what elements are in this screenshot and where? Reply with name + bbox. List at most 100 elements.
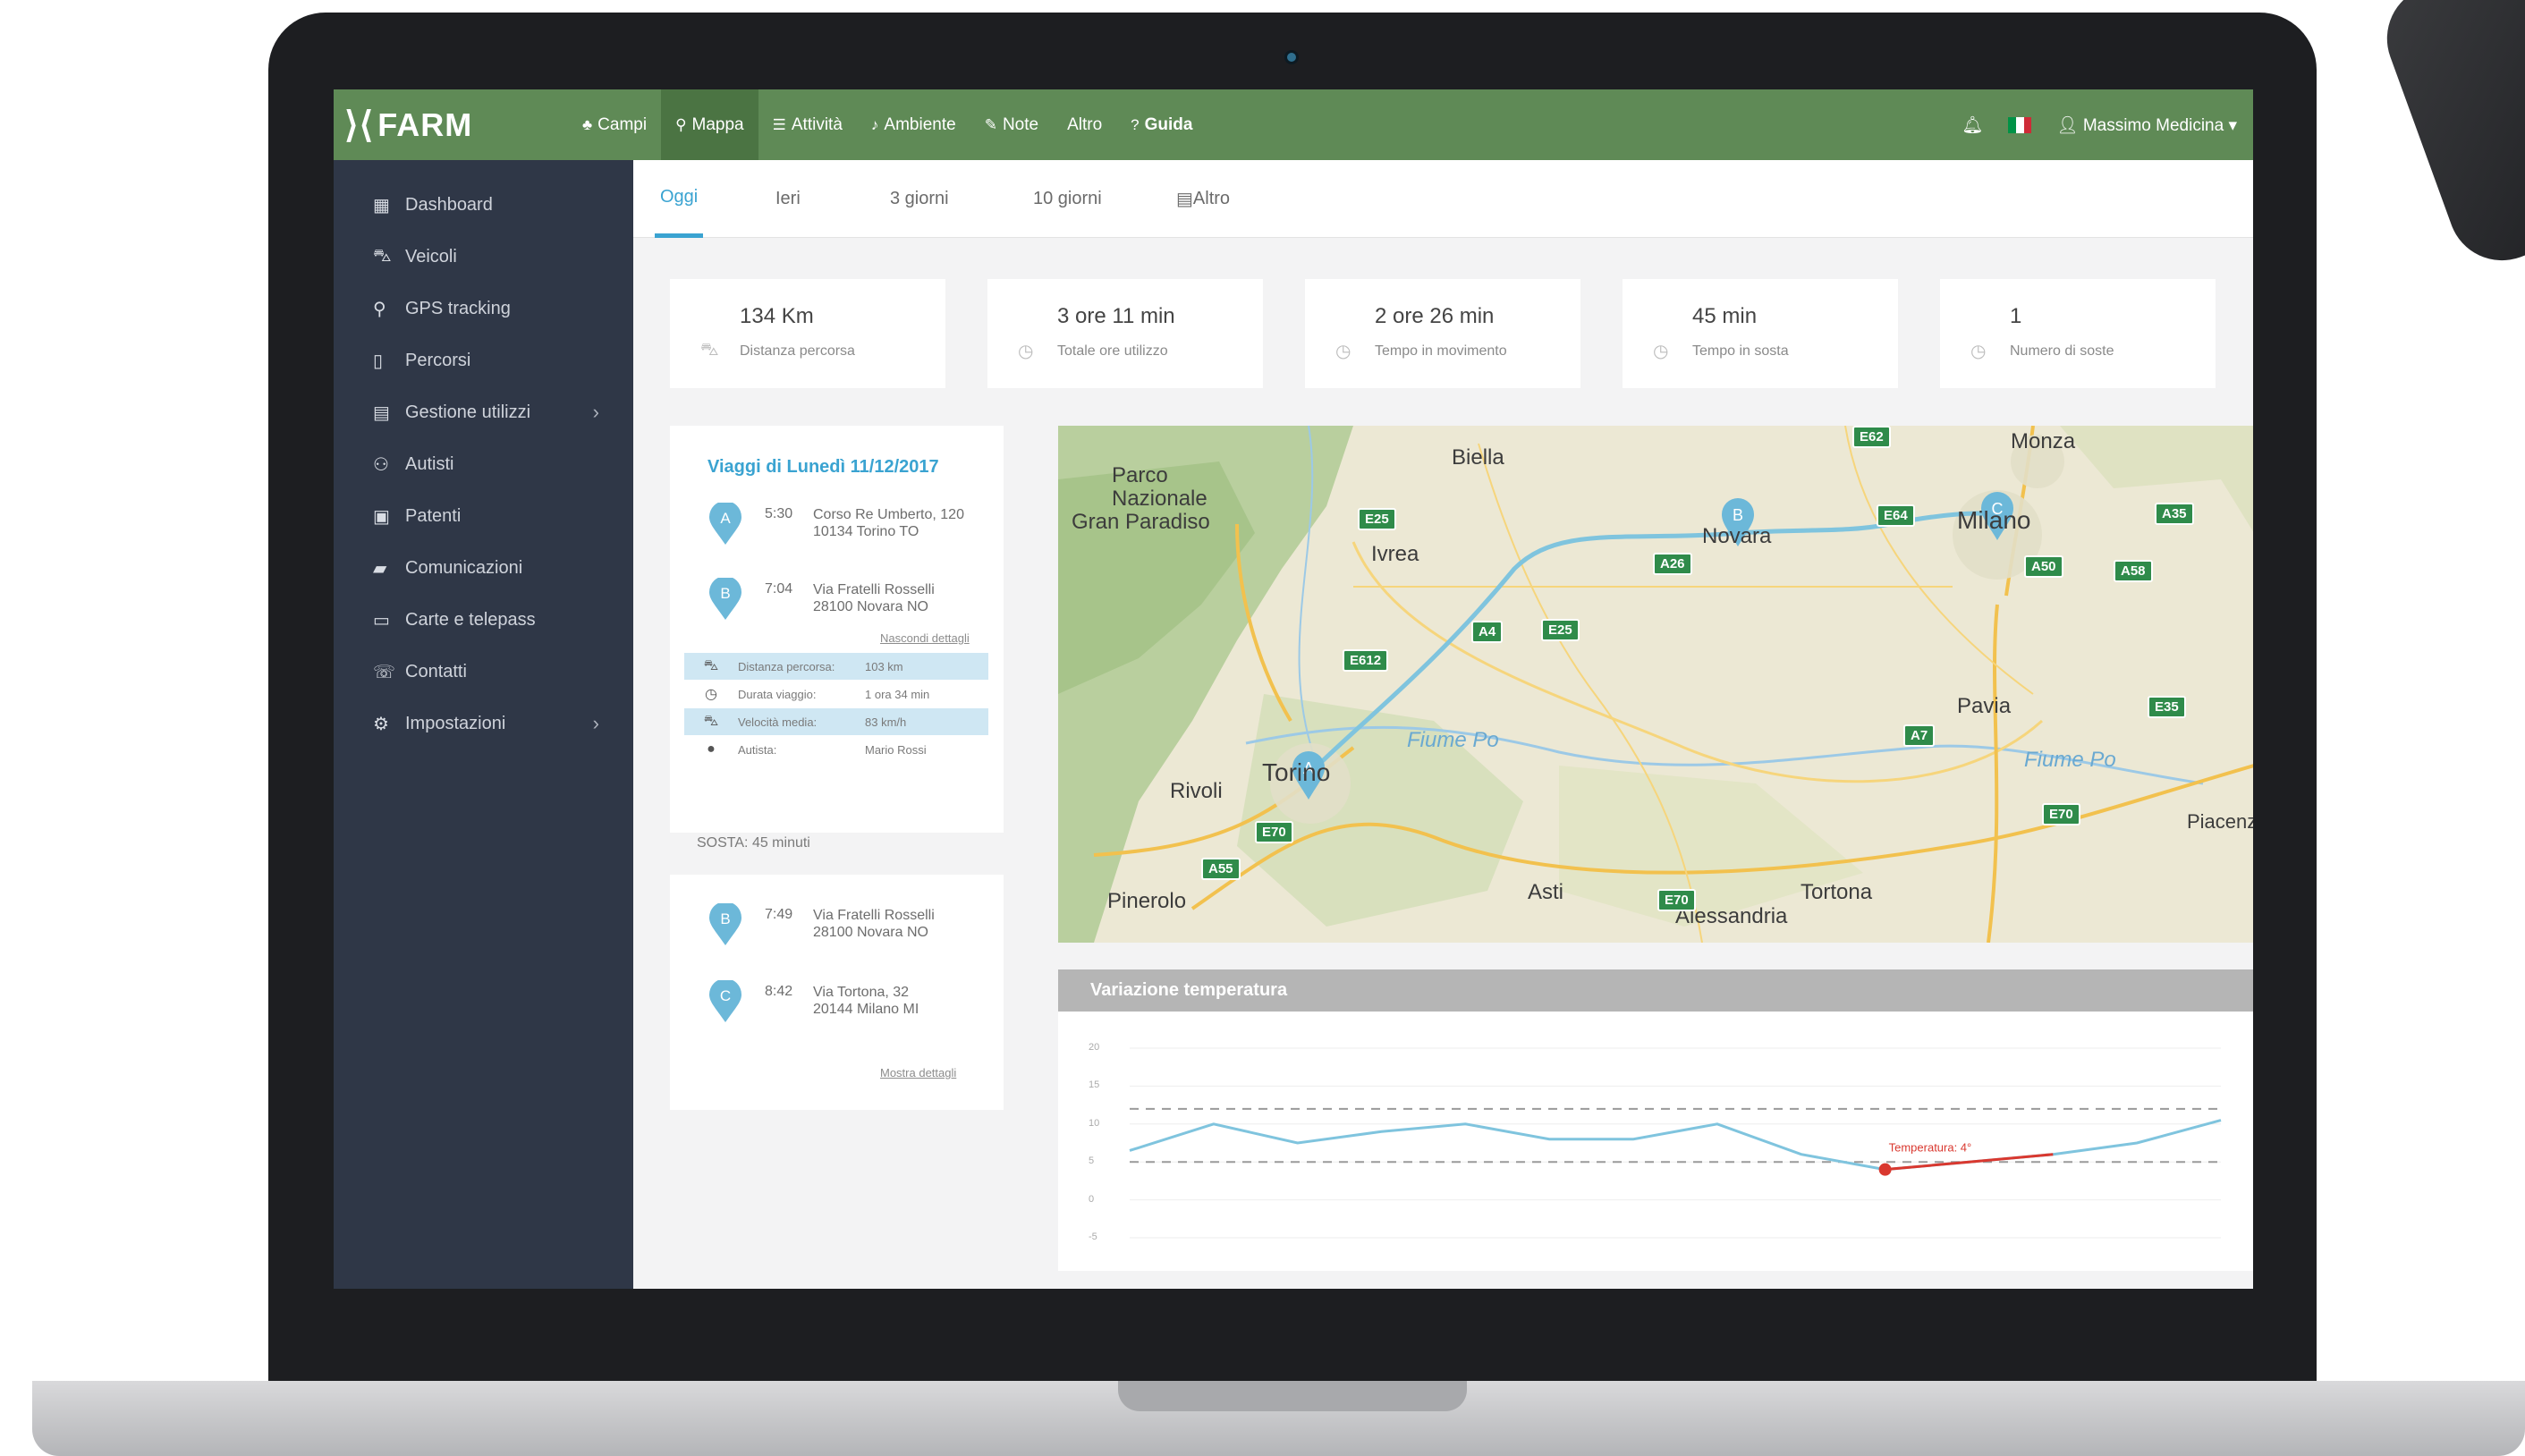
hide-details-link[interactable]: Nascondi dettagli (880, 631, 970, 645)
map-label-asti: Asti (1528, 880, 1564, 904)
tab-altro[interactable]: ▤ Altro (1171, 160, 1235, 238)
stop-marker-a-icon[interactable]: A (708, 501, 743, 546)
tab-10-giorni[interactable]: 10 giorni (1028, 160, 1107, 238)
help-icon: ? (1131, 115, 1140, 133)
svg-text:C: C (720, 987, 731, 1004)
detail-value: 103 km (865, 659, 903, 673)
nav-label: Campi (597, 114, 648, 134)
nav-label: Attività (791, 114, 843, 134)
sidebar-item-contatti[interactable]: ☏ Contatti (334, 646, 633, 698)
user-menu[interactable]: 👤︎ Massimo Medicina ▾ (2056, 114, 2237, 136)
stop-postal: 10134 Torino TO (813, 524, 919, 539)
sidebar-item-veicoli[interactable]: ⛍ Veicoli (334, 231, 633, 283)
tab-ieri[interactable]: Ieri (770, 160, 806, 238)
detail-label: Distanza percorsa: (738, 659, 835, 673)
nav-mappa[interactable]: ⚲ Mappa (661, 89, 758, 160)
navbar-right: 🔔︎ 👤︎ Massimo Medicina ▾ (1962, 114, 2253, 136)
nav-guida[interactable]: ? Guida (1116, 89, 1207, 160)
clock-icon: ◷ (1335, 342, 1351, 361)
nav-attività[interactable]: ☰ Attività (758, 89, 857, 160)
period-tabs: Oggi Ieri 3 giorni 10 giorni ▤ Altro (633, 160, 2253, 238)
sidebar-item-patenti[interactable]: ▣ Patenti (334, 490, 633, 542)
show-details-link[interactable]: Mostra dettagli (880, 1066, 956, 1079)
stop-duration: SOSTA: 45 minuti (697, 835, 810, 851)
stop-marker-b-icon[interactable]: B (708, 576, 743, 621)
tab-label: 10 giorni (1033, 189, 1102, 208)
svg-text:B: B (720, 585, 730, 602)
app-logo[interactable]: ⟩⟨ FARM (334, 89, 568, 160)
map-pin-icon: ⚲ (373, 299, 386, 319)
stop-marker-b-icon[interactable]: B (708, 902, 743, 946)
sidebar-item-comunicazioni[interactable]: ▰ Comunicazioni (334, 542, 633, 594)
sidebar-item-label: Percorsi (405, 350, 471, 370)
stat-card: ◷ 3 ore 11 min Totale ore utilizzo (987, 279, 1263, 388)
map-label-parco: Parco (1112, 463, 1168, 487)
map-label-ivrea: Ivrea (1371, 542, 1419, 566)
user-name: Massimo Medicina (2082, 115, 2224, 135)
map-label-torino: Torino (1262, 758, 1331, 786)
stat-card: ◷ 45 min Tempo in sosta (1623, 279, 1898, 388)
highway-shield-e35: E35 (2148, 696, 2186, 718)
gear-icon: ⚙ (373, 714, 389, 734)
sidebar-item-autisti[interactable]: ⚇ Autisti (334, 438, 633, 490)
svg-text:A: A (720, 510, 731, 527)
highway-shield-e612: E612 (1343, 649, 1389, 672)
tab-oggi[interactable]: Oggi (655, 160, 704, 238)
nav-note[interactable]: ✎ Note (970, 89, 1053, 160)
tab-3-giorni[interactable]: 3 giorni (885, 160, 954, 238)
nav-label: Note (1002, 114, 1039, 134)
route-map[interactable]: A B C Biella Parco Nazionale Gran Paradiso I… (1058, 426, 2253, 943)
italian-flag-icon[interactable] (2008, 116, 2032, 133)
stat-label: Totale ore utilizzo (1057, 343, 1168, 359)
clock-icon: ◷ (1018, 342, 1034, 361)
nav-label: Mappa (691, 114, 744, 134)
nav-altro[interactable]: Altro (1053, 89, 1116, 160)
sidebar-item-gestione-utilizzi[interactable]: ▤ Gestione utilizzi › (334, 386, 633, 438)
notification-bell-icon[interactable]: 🔔︎ (1962, 114, 1983, 136)
laptop-base-notch (1118, 1381, 1467, 1411)
calendar-icon: ▤ (373, 402, 390, 423)
highway-shield-e64: E64 (1877, 504, 1915, 527)
detail-label: Durata viaggio: (738, 687, 817, 701)
sidebar-item-dashboard[interactable]: ▦ Dashboard (334, 179, 633, 231)
map-pin-icon: ⚲ (675, 115, 687, 133)
chat-icon: ▰ (373, 558, 387, 579)
sidebar-item-percorsi[interactable]: ▯ Percorsi (334, 334, 633, 386)
nav-ambiente[interactable]: ♪ Ambiente (857, 89, 970, 160)
chevron-right-icon: › (592, 401, 599, 423)
map-label-biella: Biella (1452, 445, 1504, 470)
sidebar-item-impostazioni[interactable]: ⚙ Impostazioni › (334, 698, 633, 749)
map-icon: ▯ (373, 351, 384, 371)
stat-card: ◷ 1 Numero di soste (1940, 279, 2216, 388)
temperature-alert-point[interactable] (1878, 1163, 1892, 1176)
temperature-panel: Variazione temperatura 20 15 10 5 0 -5 Temper… (1058, 969, 2253, 1271)
sidebar-item-label: GPS tracking (405, 298, 511, 318)
user-icon: ● (707, 741, 716, 757)
list-icon: ☰ (772, 115, 786, 133)
sidebar-item-label: Impostazioni (405, 713, 506, 733)
trips-title: Viaggi di Lunedì 11/12/2017 (708, 457, 939, 477)
sidebar-item-gps-tracking[interactable]: ⚲ GPS tracking (334, 283, 633, 334)
stop-postal: 20144 Milano MI (813, 1002, 919, 1017)
stop-marker-c-icon[interactable]: C (708, 978, 743, 1023)
svg-text:B: B (1733, 506, 1743, 524)
trip-detail-row: ⛍ Velocità media: 83 km/h (684, 708, 988, 735)
temperature-chart[interactable]: Temperatura: 4° (1058, 969, 2253, 1271)
car-icon: ⛍ (700, 340, 719, 360)
map-label-fiume-po: Fiume Po (2024, 748, 2116, 772)
map-label-pinerolo: Pinerolo (1107, 889, 1187, 913)
dashboard-icon: ▦ (373, 195, 390, 216)
stat-label: Tempo in movimento (1375, 343, 1507, 359)
stat-label: Distanza percorsa (740, 343, 855, 359)
edit-icon: ✎ (984, 115, 997, 133)
map-label-milano: Milano (1957, 506, 2031, 534)
sidebar-item-carte-e-telepass[interactable]: ▭ Carte e telepass (334, 594, 633, 646)
detail-label: Autista: (738, 742, 777, 757)
trip-detail-row: ⛍ Distanza percorsa: 103 km (684, 653, 988, 680)
nav-campi[interactable]: ♣ Campi (568, 89, 661, 160)
phone-icon: ☏ (373, 662, 396, 682)
car-icon: ⛍ (703, 658, 719, 673)
chevron-right-icon: › (592, 712, 599, 734)
trip-detail-row: ◷ Durata viaggio: 1 ora 34 min (684, 681, 988, 707)
stop-address: Via Fratelli Rosselli (813, 582, 935, 597)
